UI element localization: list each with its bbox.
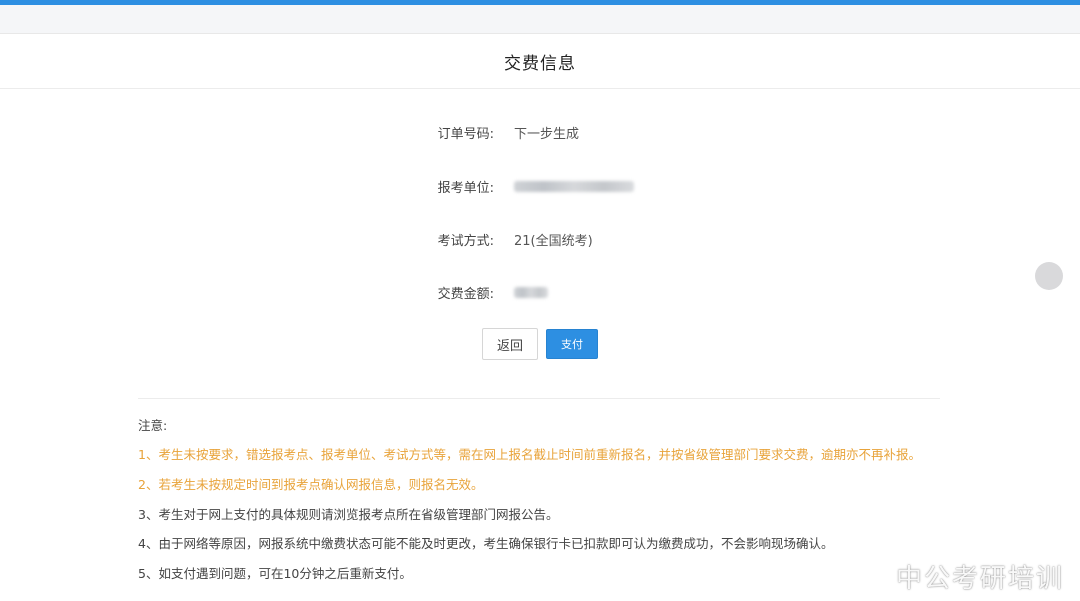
section-divider <box>138 398 940 399</box>
notice-item: 2、若考生未按规定时间到报考点确认网报信息，则报名无效。 <box>138 477 484 492</box>
order-number-value: 下一步生成 <box>514 126 580 142</box>
redacted-fee <box>514 286 548 298</box>
fee-amount-row: 交费金额: <box>0 280 1080 304</box>
page-title: 交费信息 <box>504 53 576 74</box>
notice-item: 1、考生未按要求，错选报考点、报考单位、考试方式等，需在网上报名截止时间前重新报… <box>138 447 921 462</box>
pay-button[interactable]: 支付 <box>546 329 598 359</box>
notice-item: 5、如支付遇到问题，可在10分钟之后重新支付。 <box>138 566 412 581</box>
card-header: 交费信息 <box>0 34 1080 89</box>
watermark: 中公考研培训 <box>850 560 1065 594</box>
fee-amount-value <box>514 285 548 300</box>
exam-mode-row: 考试方式: 21(全国统考) <box>0 227 1080 251</box>
redacted-unit <box>514 180 634 192</box>
exam-unit-row: 报考单位: <box>0 174 1080 198</box>
notice-section: 注意: 1、考生未按要求，错选报考点、报考单位、考试方式等，需在网上报名截止时间… <box>138 417 958 581</box>
weibo-icon <box>851 564 888 590</box>
payment-info-card: 交费信息 订单号码: 下一步生成 报考单位: 考试方式: 21(全国统考) 交费… <box>0 33 1080 601</box>
order-number-label: 订单号码: <box>437 126 494 142</box>
notice-item: 3、考生对于网上支付的具体规则请浏览报考点所在省级管理部门网报公告。 <box>138 507 559 522</box>
top-accent-bar <box>0 0 1080 5</box>
exam-unit-value <box>514 179 634 194</box>
exam-unit-label: 报考单位: <box>437 180 494 196</box>
fee-amount-label: 交费金额: <box>437 286 494 302</box>
notice-title: 注意: <box>138 418 168 433</box>
floating-circle-button[interactable] <box>1035 262 1063 290</box>
action-buttons: 返回 支付 <box>0 328 1080 360</box>
notice-item: 4、由于网络等原因，网报系统中缴费状态可能不能及时更改，考生确保银行卡已扣款即可… <box>138 536 834 551</box>
watermark-text: 中公考研培训 <box>896 563 1065 594</box>
exam-mode-label: 考试方式: <box>437 233 494 249</box>
exam-mode-value: 21(全国统考) <box>514 233 593 249</box>
order-number-row: 订单号码: 下一步生成 <box>0 120 1080 144</box>
back-button[interactable]: 返回 <box>482 328 538 360</box>
